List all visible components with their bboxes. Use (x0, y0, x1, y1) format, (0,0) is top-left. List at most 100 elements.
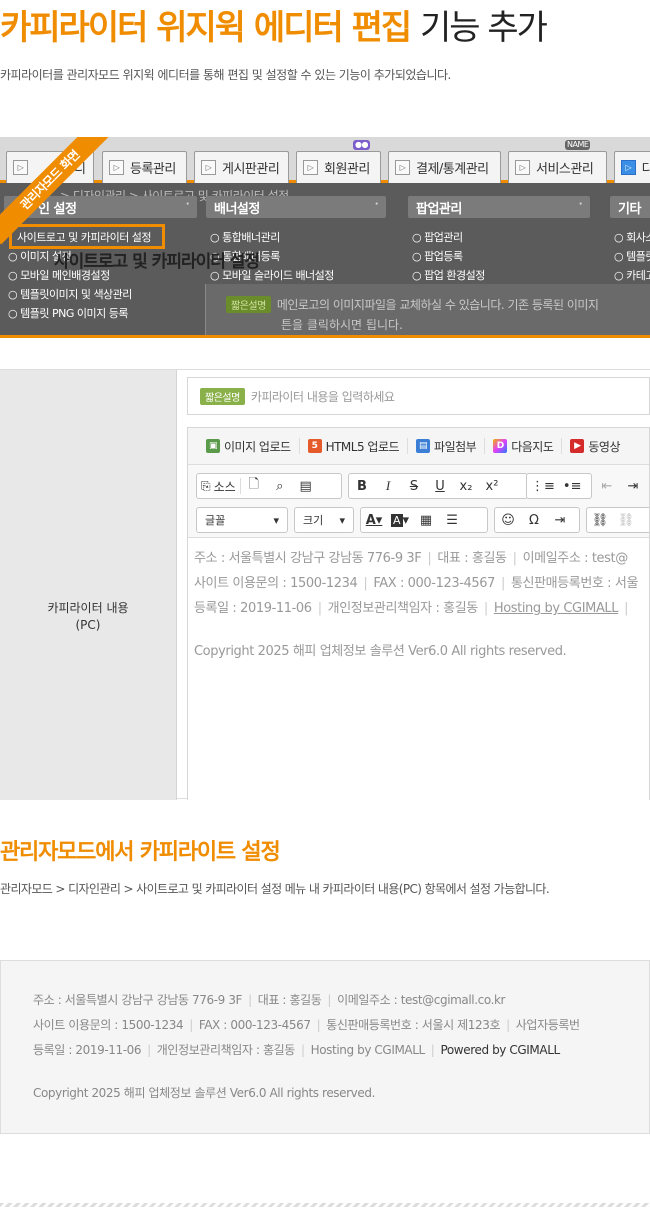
image-upload-button[interactable]: ▣ 이미지 업로드 (198, 438, 300, 454)
toolbar-group-format: B I S U x₂ x² (348, 473, 528, 499)
mail-order-text: 통신판매등록번호 : 서울 (510, 576, 638, 591)
fax-text: FAX : 000-123-4567 (198, 1018, 311, 1032)
pagebreak-icon[interactable]: ⇥ (547, 508, 573, 532)
preview-icon[interactable]: ⌕ (267, 474, 293, 498)
arrow-icon: ▷ (515, 160, 530, 175)
tab-board[interactable]: ▷ 게시판관리 (194, 151, 289, 183)
html5-upload-button[interactable]: 5 HTML5 업로드 (300, 438, 409, 454)
new-page-icon[interactable]: 🗋 (241, 474, 267, 498)
menu-item-template[interactable]: ○ 템플릿 (614, 250, 650, 264)
hr-icon[interactable]: ☰ (439, 508, 465, 532)
tab-member[interactable]: ●● ▷ 회원관리 (296, 140, 381, 183)
bulleted-list-icon[interactable]: •≡ (559, 474, 586, 498)
editor-line: 등록일 : 2019-11-06 | 개인정보관리책임자 : 홍길동 | Hosting… (194, 601, 629, 616)
menu-head-label: 배너설정 (214, 201, 260, 217)
menu-item-category[interactable]: ○ 카테고 (614, 269, 650, 283)
admin-content-panel: 짧은설명 메인로고의 이미지파일을 교체하실 수 있습니다. 기존 등록된 이미지… (205, 284, 650, 335)
subscript-icon[interactable]: x₂ (453, 474, 479, 498)
toolbar-group-list: ⋮≡ •≡ (526, 473, 592, 499)
upload-label: HTML5 업로드 (325, 439, 400, 454)
menu-item-banner-manage[interactable]: ○ 통합배너관리 (210, 231, 280, 245)
outdent-icon[interactable]: ⇤ (594, 474, 620, 498)
special-char-icon[interactable]: Ω (521, 508, 547, 532)
short-desc-badge: 짧은설명 (226, 296, 271, 313)
text-color-icon[interactable]: A▾ (361, 508, 387, 532)
short-desc-input[interactable]: 짧은설명 카피라이터 내용을 입력하세요 (187, 377, 650, 415)
menu-item-label: 템플릿이미지 및 색상관리 (20, 288, 132, 301)
file-attach-button[interactable]: ▤ 파일첨부 (408, 438, 486, 454)
italic-icon[interactable]: I (375, 474, 401, 498)
upload-label: 파일첨부 (434, 439, 477, 454)
admin-page-title: 사이트로고 및 카피라이터 설정 (54, 252, 260, 272)
template-icon[interactable]: ▤ (293, 474, 319, 498)
tab-more[interactable]: ▷ 디 (614, 151, 650, 183)
bg-color-icon[interactable]: A ▾ (387, 508, 413, 532)
video-button[interactable]: ▶ 동영상 (562, 438, 628, 454)
footer-info: 주소 : 서울특별시 강남구 강남동 776-9 3F | 대표 : 홍길동 | 이메일… (33, 988, 580, 1106)
menu-head-label: 팝업관리 (416, 201, 462, 217)
size-select[interactable]: 크기 ▾ (294, 507, 354, 533)
menu-head-banner[interactable]: 배너설정 · (206, 196, 386, 218)
underline-icon[interactable]: U (427, 474, 453, 498)
bold-icon[interactable]: B (349, 474, 375, 498)
emoji-icon[interactable]: ☺ (495, 508, 521, 532)
upload-label: 다음지도 (511, 439, 554, 454)
link-icon[interactable]: ⛓ (587, 508, 613, 532)
tab-label: 결제/통계관리 (416, 162, 489, 177)
arrow-icon: ▷ (13, 160, 28, 175)
unlink-icon[interactable]: ⛓ (613, 508, 639, 532)
arrow-icon: ▷ (621, 160, 636, 175)
map-icon: D (493, 439, 508, 453)
name-badge: NAME (565, 140, 591, 150)
menu-head-etc[interactable]: 기타 (610, 196, 650, 218)
menu-item-company[interactable]: ○ 회사소 (614, 231, 650, 245)
wysiwyg-editor[interactable]: ▣ 이미지 업로드 5 HTML5 업로드 ▤ 파일첨부 D 다음지도 ▶ 동영… (187, 427, 650, 800)
tab-payment[interactable]: ▷ 결제/통계관리 (388, 151, 501, 183)
font-select[interactable]: 글꼴 ▾ (196, 507, 288, 533)
upload-label: 동영상 (588, 439, 620, 454)
hosting-text: Hosting by CGIMALL (310, 1043, 426, 1057)
powered-by-link[interactable]: Powered by CGIMALL (440, 1043, 560, 1057)
admin-content-line1: 메인로고의 이미지파일을 교체하실 수 있습니다. 기존 등록된 이미지 (276, 298, 599, 312)
menu-item-label: 카테고 (626, 269, 650, 282)
menu-item-popup-manage[interactable]: ○ 팝업관리 (412, 231, 463, 245)
upload-label: 이미지 업로드 (224, 439, 291, 454)
copyright-editor-section: 카피라이터 내용 (PC) 짧은설명 카피라이터 내용을 입력하세요 ▣ 이미지… (0, 369, 650, 800)
image-icon: ▣ (206, 439, 220, 453)
tab-label: 서비스관리 (536, 162, 594, 177)
menu-item-template-png[interactable]: ○ 템플릿 PNG 이미지 등록 (8, 307, 128, 321)
source-button[interactable]: ⎘ 소스 (197, 474, 240, 498)
indent-icon[interactable]: ⇥ (620, 474, 646, 498)
menu-item-popup-settings[interactable]: ○ 팝업 환경설정 (412, 269, 485, 283)
strike-icon[interactable]: S (401, 474, 427, 498)
reg-date-text: 등록일 : 2019-11-06 (194, 601, 312, 616)
toolbar-group-color: A▾ A ▾ ▦ ☰ (360, 507, 488, 533)
menu-item-label: 템플릿 (626, 250, 650, 263)
toolbar-group-link: ⛓ ⛓ (586, 507, 649, 533)
short-desc-placeholder: 카피라이터 내용을 입력하세요 (250, 389, 395, 404)
editor-content[interactable]: 주소 : 서울특별시 강남구 강남동 776-9 3F | 대표 : 홍길동 | 이메일… (194, 546, 649, 664)
short-desc-badge: 짧은설명 (200, 387, 245, 405)
numbered-list-icon[interactable]: ⋮≡ (527, 474, 559, 498)
field-label-sub: (PC) (75, 617, 101, 632)
tab-register[interactable]: ▷ 등록관리 (102, 151, 187, 183)
tab-service[interactable]: NAME ▷ 서비스관리 (508, 140, 607, 183)
footer-line: 등록일 : 2019-11-06 | 개인정보관리책임자 : 홍길동 | Hosting… (33, 1043, 560, 1057)
menu-item-popup-register[interactable]: ○ 팝업등록 (412, 250, 463, 264)
menu-item-label: 템플릿 PNG 이미지 등록 (20, 307, 128, 320)
file-icon: ▤ (416, 439, 431, 453)
footer-copyright: Copyright 2025 해피 업체정보 솔루션 Ver6.0 All ri… (33, 1086, 375, 1100)
hosting-link[interactable]: Hosting by CGIMALL (494, 601, 619, 616)
editor-toolbar: ⎘ 소스 🗋 ⌕ ▤ B I S U x₂ x² ⋮≡ •≡ ⇤ ⇥ 글꼴 ▾ … (188, 465, 649, 538)
table-icon[interactable]: ▦ (413, 508, 439, 532)
field-label-cell: 카피라이터 내용 (PC) (0, 370, 177, 800)
video-icon: ▶ (570, 439, 585, 453)
mail-order-text: 통신판매등록번호 : 서울시 제123호 (326, 1018, 501, 1032)
address-text: 주소 : 서울특별시 강남구 강남동 776-9 3F (33, 993, 243, 1007)
menu-head-popup[interactable]: 팝업관리 · (408, 196, 590, 218)
menu-item-template-color[interactable]: ○ 템플릿이미지 및 색상관리 (8, 288, 132, 302)
field-label: 카피라이터 내용 (47, 600, 129, 615)
superscript-icon[interactable]: x² (479, 474, 505, 498)
daum-map-button[interactable]: D 다음지도 (485, 438, 563, 454)
arrow-icon: ▷ (303, 160, 318, 175)
